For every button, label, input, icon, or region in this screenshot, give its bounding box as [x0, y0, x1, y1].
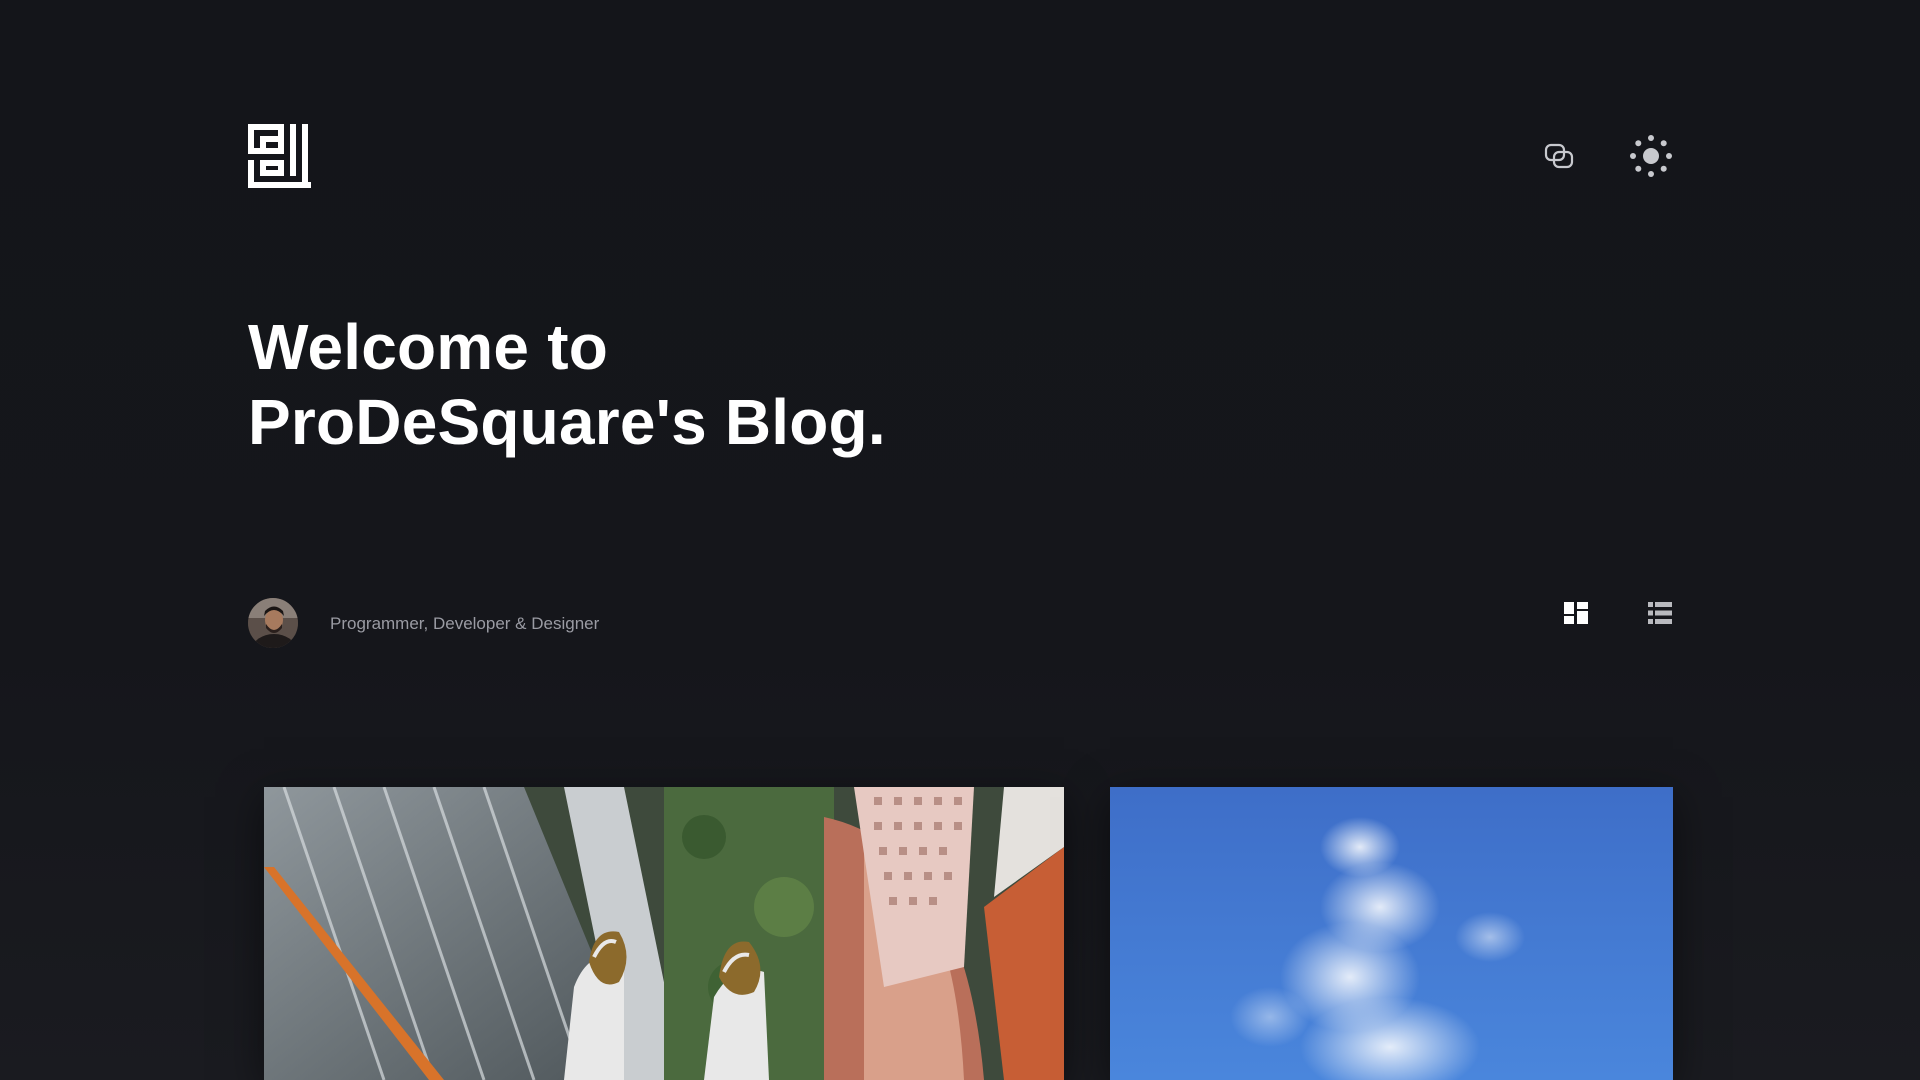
grid-view-button[interactable] — [1563, 600, 1589, 626]
list-view-icon — [1648, 602, 1672, 624]
logo-icon — [248, 124, 311, 188]
site-logo[interactable] — [248, 124, 311, 188]
chat-button[interactable] — [1537, 134, 1581, 178]
author-avatar[interactable] — [248, 598, 298, 648]
list-view-button[interactable] — [1647, 600, 1673, 626]
author-tagline: Programmer, Developer & Designer — [330, 614, 600, 633]
hero-title-line-1: Welcome to — [248, 311, 608, 383]
author-row: Programmer, Developer & Designer — [248, 598, 1673, 650]
post-grid — [264, 787, 1673, 1080]
city-rooftop-feet-photo — [264, 787, 1064, 1080]
site-header — [248, 124, 1673, 188]
grid-view-icon — [1564, 602, 1588, 624]
hero-title-line-2: ProDeSquare's Blog. — [248, 386, 886, 458]
chat-bubbles-icon — [1544, 143, 1574, 169]
view-toggle — [1563, 600, 1673, 626]
avatar-portrait-image — [248, 598, 298, 648]
blog-home-page: Welcome to ProDeSquare's Blog. Programme… — [0, 0, 1920, 1080]
post-card[interactable] — [264, 787, 1064, 1080]
theme-toggle-button[interactable] — [1629, 134, 1673, 178]
header-actions — [1537, 124, 1673, 188]
hero-title: Welcome to ProDeSquare's Blog. — [248, 310, 886, 460]
post-card[interactable] — [1110, 787, 1673, 1080]
blue-sky-clouds-photo — [1110, 787, 1673, 1080]
sun-icon — [1630, 135, 1672, 177]
